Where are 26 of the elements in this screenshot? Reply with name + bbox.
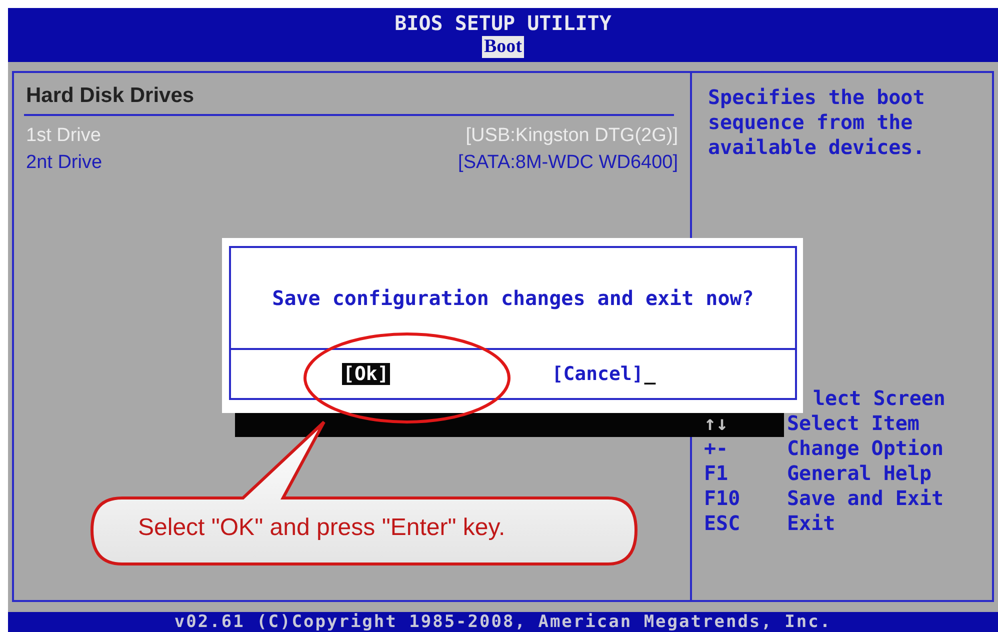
menu-tab[interactable]: Boot: [482, 36, 524, 58]
callout-text: Select "OK" and press "Enter" key.: [138, 514, 506, 542]
key-name: F1: [704, 461, 730, 486]
key-name: +-: [704, 436, 730, 461]
key-action: lect Screen: [812, 386, 946, 411]
key-action: Exit: [787, 511, 836, 536]
section-heading: Hard Disk Drives: [25, 83, 196, 109]
setting-value: [SATA:8M-WDC WD6400]: [458, 151, 678, 175]
setting-value: [USB:Kingston DTG(2G)]: [466, 124, 678, 148]
key-name: ↑↓: [704, 411, 730, 436]
copyright-text: v02.61 (C)Copyright 1985-2008, American Megatrends, Inc.: [174, 612, 832, 632]
dialog-message: Save configuration changes and exit now?: [231, 248, 795, 350]
help-text: Specifies the boot sequence from the available devices.: [708, 85, 926, 160]
key-name: ESC: [704, 511, 742, 536]
setting-label: 1st Drive: [26, 124, 101, 148]
key-action: Save and Exit: [787, 486, 945, 511]
key-action: Select Item: [787, 411, 920, 436]
setting-label: 2nt Drive: [26, 151, 102, 175]
ok-button[interactable]: [Ok]: [342, 363, 390, 385]
key-action: Change Option: [787, 436, 945, 461]
key-action: General Help: [787, 461, 932, 486]
text-cursor: _: [644, 363, 656, 385]
cancel-button[interactable]: [Cancel]: [550, 363, 644, 385]
window-title: BIOS SETUP UTILITY: [394, 10, 612, 36]
key-name: F10: [704, 486, 742, 511]
setting-row[interactable]: 2nt Drive [SATA:8M-WDC WD6400]: [24, 149, 680, 176]
